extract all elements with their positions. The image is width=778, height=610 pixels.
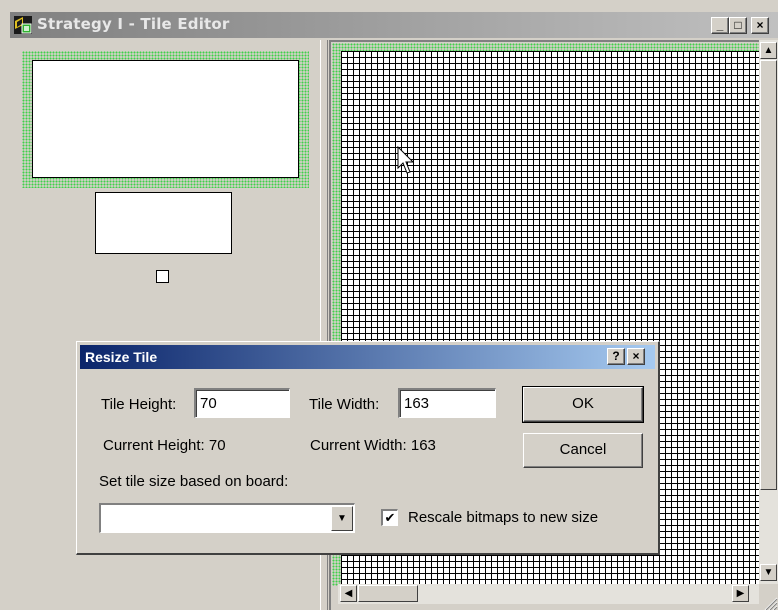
dialog-close-button[interactable]: × <box>627 348 645 365</box>
dialog-titlebar[interactable]: Resize Tile ? × <box>80 345 655 369</box>
cancel-button[interactable]: Cancel <box>523 433 643 468</box>
medium-tile-preview[interactable] <box>95 192 232 254</box>
scroll-right-button[interactable]: ▶ <box>732 585 749 602</box>
size-grip-icon[interactable] <box>759 584 778 610</box>
vertical-scroll-thumb[interactable] <box>760 60 777 490</box>
rescale-bitmaps-label[interactable]: Rescale bitmaps to new size <box>408 509 598 526</box>
tile-height-input[interactable]: 70 <box>194 388 290 418</box>
help-button[interactable]: ? <box>607 348 625 365</box>
tile-width-label: Tile Width: <box>309 396 380 413</box>
board-size-label: Set tile size based on board: <box>99 473 289 490</box>
scroll-down-button[interactable]: ▼ <box>760 564 777 581</box>
tile-editor-window: Strategy I - Tile Editor _ □ × ▲ ▼ ◀ ▶ R… <box>0 0 778 610</box>
vertical-scrollbar[interactable]: ▲ ▼ <box>759 40 778 584</box>
resize-tile-dialog: Resize Tile ? × Tile Height: 70 Tile Wid… <box>76 341 660 555</box>
large-tile-preview-selection[interactable] <box>22 51 309 188</box>
scroll-up-button[interactable]: ▲ <box>760 42 777 59</box>
arrow-cursor-icon <box>397 146 415 174</box>
close-button[interactable]: × <box>751 17 769 34</box>
scroll-left-button[interactable]: ◀ <box>340 585 357 602</box>
rescale-bitmaps-checkbox[interactable]: ✔ <box>381 509 398 526</box>
tile-editor-app-icon <box>14 16 32 34</box>
tile-height-label: Tile Height: <box>101 396 177 413</box>
minimize-button[interactable]: _ <box>711 17 729 34</box>
horizontal-scrollbar[interactable]: ◀ ▶ <box>338 584 759 604</box>
horizontal-scroll-thumb[interactable] <box>358 585 418 602</box>
tile-width-input[interactable]: 163 <box>398 388 496 418</box>
current-width-text: Current Width: 163 <box>310 437 436 454</box>
ok-button[interactable]: OK <box>522 386 644 423</box>
maximize-button[interactable]: □ <box>729 17 747 34</box>
current-height-text: Current Height: 70 <box>103 437 226 454</box>
chevron-down-icon[interactable]: ▼ <box>331 506 353 531</box>
large-tile-preview[interactable] <box>32 60 299 178</box>
board-select[interactable]: ▼ <box>99 503 355 533</box>
window-title: Strategy I - Tile Editor <box>37 15 230 33</box>
small-tile-preview[interactable] <box>156 270 169 283</box>
dialog-title: Resize Tile <box>85 349 158 365</box>
window-titlebar[interactable]: Strategy I - Tile Editor _ □ × <box>10 12 778 38</box>
